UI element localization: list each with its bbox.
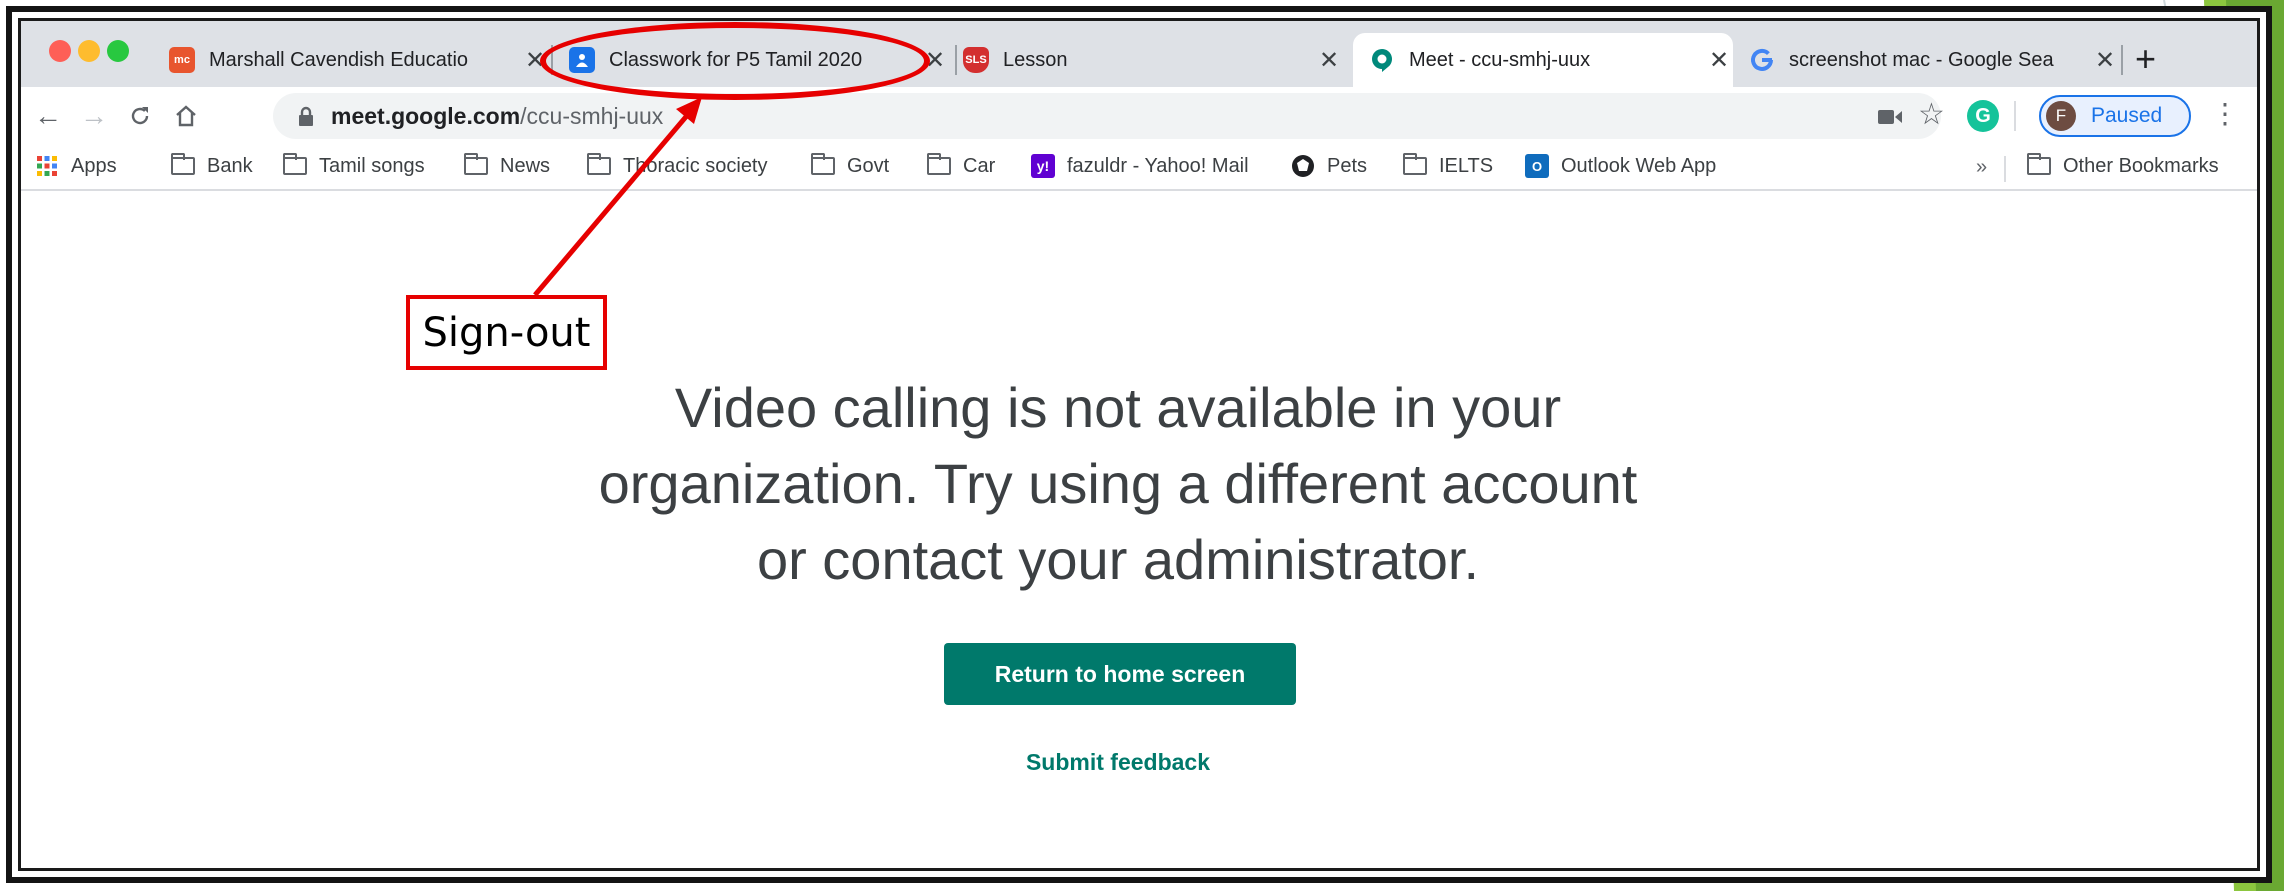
sls-icon: SLS [963,47,989,73]
google-meet-icon [1369,47,1395,73]
close-window-button[interactable] [49,40,71,62]
close-tab-icon[interactable]: ✕ [1315,46,1343,75]
bookmark-bank[interactable]: Bank [171,153,253,178]
back-arrow-icon[interactable]: ← [29,97,67,135]
grammarly-extension-icon[interactable]: G [1967,100,1999,132]
folder-icon [2027,153,2051,178]
address-bar[interactable]: meet.google.com/ccu-smhj-uux ☆ [273,93,1945,139]
tab-meet[interactable]: Meet - ccu-smhj-uux ✕ [1353,33,1733,87]
url-text: meet.google.com/ccu-smhj-uux [331,103,664,129]
profile-status: Paused [2091,104,2163,127]
tab-separator [955,45,957,75]
bookmark-car[interactable]: Car [927,153,995,178]
bookmark-govt[interactable]: Govt [811,153,889,178]
folder-icon [464,153,488,178]
bookmark-apps[interactable]: Apps [35,154,117,178]
bookmark-other-bookmarks[interactable]: Other Bookmarks [2027,153,2219,178]
toolbar-separator [2014,101,2016,131]
yahoo-mail-icon: y! [1031,154,1055,178]
bookmark-pets[interactable]: Pets [1291,154,1367,178]
minimize-window-button[interactable] [78,40,100,62]
home-icon[interactable] [167,97,205,135]
google-icon [1749,47,1775,73]
close-tab-icon[interactable]: ✕ [1705,46,1733,75]
folder-icon [171,153,195,178]
bookmark-ielts[interactable]: IELTS [1403,153,1493,178]
folder-icon [927,153,951,178]
folder-icon [283,153,307,178]
marshall-cavendish-icon: mc [169,47,195,73]
bookmarks-bar: Apps Bank Tamil songs News Thoracic soci… [21,145,2257,191]
tab-lesson[interactable]: SLS Lesson ✕ [963,33,1343,87]
paw-icon [1291,154,1315,178]
avatar: F [2046,101,2076,131]
annotation-label: Sign-out [406,295,607,370]
close-tab-icon[interactable]: ✕ [2091,46,2119,75]
bookmark-yahoo-mail[interactable]: y! fazuldr - Yahoo! Mail [1031,154,1249,178]
camera-blocked-icon[interactable] [1877,107,1903,127]
tab-google-search[interactable]: screenshot mac - Google Sea ✕ [1749,33,2119,87]
new-tab-button[interactable]: + [2135,41,2156,77]
annotation-ellipse [540,22,930,100]
bookmark-news[interactable]: News [464,153,550,178]
folder-icon [811,153,835,178]
bookmark-outlook[interactable]: O Outlook Web App [1525,154,1716,178]
browser-menu-icon[interactable]: ⋮ [2211,97,2239,130]
profile-button[interactable]: F Paused [2039,95,2191,137]
return-home-button[interactable]: Return to home screen [944,643,1296,705]
bookmark-tamil-songs[interactable]: Tamil songs [283,153,425,178]
fullscreen-window-button[interactable] [107,40,129,62]
tab-separator [2121,45,2123,75]
tab-strip: mc Marshall Cavendish Educatio ✕ Classwo… [21,21,2257,87]
lock-icon [299,106,313,126]
bookmarks-overflow-button[interactable]: » [1976,156,1987,179]
tab-marshall-cavendish[interactable]: mc Marshall Cavendish Educatio ✕ [169,33,549,87]
bookmark-star-icon[interactable]: ☆ [1918,97,1945,132]
bookmark-thoracic-society[interactable]: Thoracic society [587,153,768,178]
folder-icon [587,153,611,178]
browser-toolbar: ← → meet.google.com/ccu-smhj-uux ☆ G F P… [21,87,2257,145]
submit-feedback-link[interactable]: Submit feedback [0,749,2236,776]
folder-icon [1403,153,1427,178]
outlook-icon: O [1525,154,1549,178]
apps-grid-icon [35,154,59,178]
reload-icon[interactable] [121,97,159,135]
bookmarks-separator [2004,156,2006,182]
forward-arrow-icon[interactable]: → [75,97,113,135]
error-message: Video calling is not available in your o… [598,376,1638,591]
